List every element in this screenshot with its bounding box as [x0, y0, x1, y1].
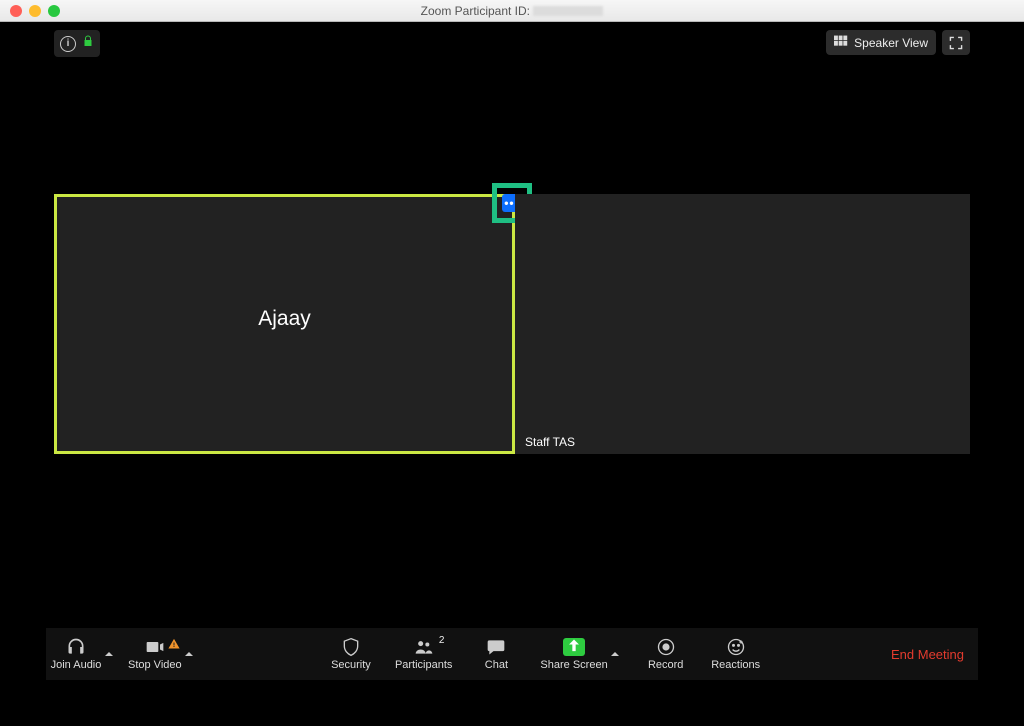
reactions-button[interactable]: Reactions: [710, 637, 762, 671]
reactions-icon: [726, 637, 746, 657]
warning-icon: [168, 638, 180, 653]
gallery-icon: [834, 35, 848, 50]
stop-video-button[interactable]: Stop Video: [128, 637, 182, 671]
fullscreen-button[interactable]: [942, 30, 970, 55]
toolbar-center: Security 2 Participants Chat: [196, 637, 891, 671]
share-icon: [563, 637, 585, 657]
meeting-area: i Speaker View Ajaay •••: [46, 22, 978, 680]
share-options-chevron[interactable]: [608, 649, 622, 659]
record-icon: [656, 637, 676, 657]
meeting-toolbar: Join Audio Stop Video: [46, 628, 978, 680]
record-button[interactable]: Record: [640, 637, 692, 671]
reactions-label: Reactions: [711, 659, 760, 671]
stop-video-label: Stop Video: [128, 659, 182, 671]
chat-icon: [486, 637, 506, 657]
participant-id-blurred: [533, 6, 603, 16]
end-meeting-button[interactable]: End Meeting: [891, 647, 964, 662]
view-controls: Speaker View: [826, 30, 970, 55]
video-tile-active[interactable]: Ajaay •••: [54, 194, 515, 454]
window-title: Zoom Participant ID:: [0, 4, 1024, 18]
close-window-button[interactable]: [10, 5, 22, 17]
participant-name-corner: Staff TAS: [521, 434, 579, 450]
window-title-text: Zoom Participant ID:: [421, 4, 530, 18]
share-screen-label: Share Screen: [540, 659, 607, 671]
share-screen-button[interactable]: Share Screen: [540, 637, 607, 671]
minimize-window-button[interactable]: [29, 5, 41, 17]
security-button[interactable]: Security: [325, 637, 377, 671]
participants-button[interactable]: 2 Participants: [395, 637, 452, 671]
info-icon[interactable]: i: [60, 36, 76, 52]
headphones-icon: [66, 637, 86, 657]
video-icon: [145, 637, 165, 657]
window-titlebar: Zoom Participant ID:: [0, 0, 1024, 22]
chat-button[interactable]: Chat: [470, 637, 522, 671]
participant-name-center: Ajaay: [258, 307, 311, 331]
speaker-view-label: Speaker View: [854, 36, 928, 50]
toolbar-right: End Meeting: [891, 647, 978, 662]
join-audio-label: Join Audio: [51, 659, 102, 671]
zoom-window-button[interactable]: [48, 5, 60, 17]
meeting-info-cluster: i: [54, 30, 100, 57]
toolbar-left: Join Audio Stop Video: [46, 637, 196, 671]
record-label: Record: [648, 659, 683, 671]
audio-options-chevron[interactable]: [102, 649, 116, 659]
video-tile[interactable]: Staff TAS: [515, 194, 970, 454]
video-options-chevron[interactable]: [182, 649, 196, 659]
encryption-lock-icon[interactable]: [82, 34, 94, 53]
chat-label: Chat: [485, 659, 508, 671]
people-icon: [414, 637, 434, 657]
participants-count-badge: 2: [439, 635, 445, 646]
shield-icon: [341, 637, 361, 657]
join-audio-button[interactable]: Join Audio: [50, 637, 102, 671]
speaker-view-button[interactable]: Speaker View: [826, 30, 936, 55]
participants-label: Participants: [395, 659, 452, 671]
window-controls: [0, 5, 60, 17]
video-grid: Ajaay ••• Staff TAS: [54, 194, 970, 454]
security-label: Security: [331, 659, 371, 671]
